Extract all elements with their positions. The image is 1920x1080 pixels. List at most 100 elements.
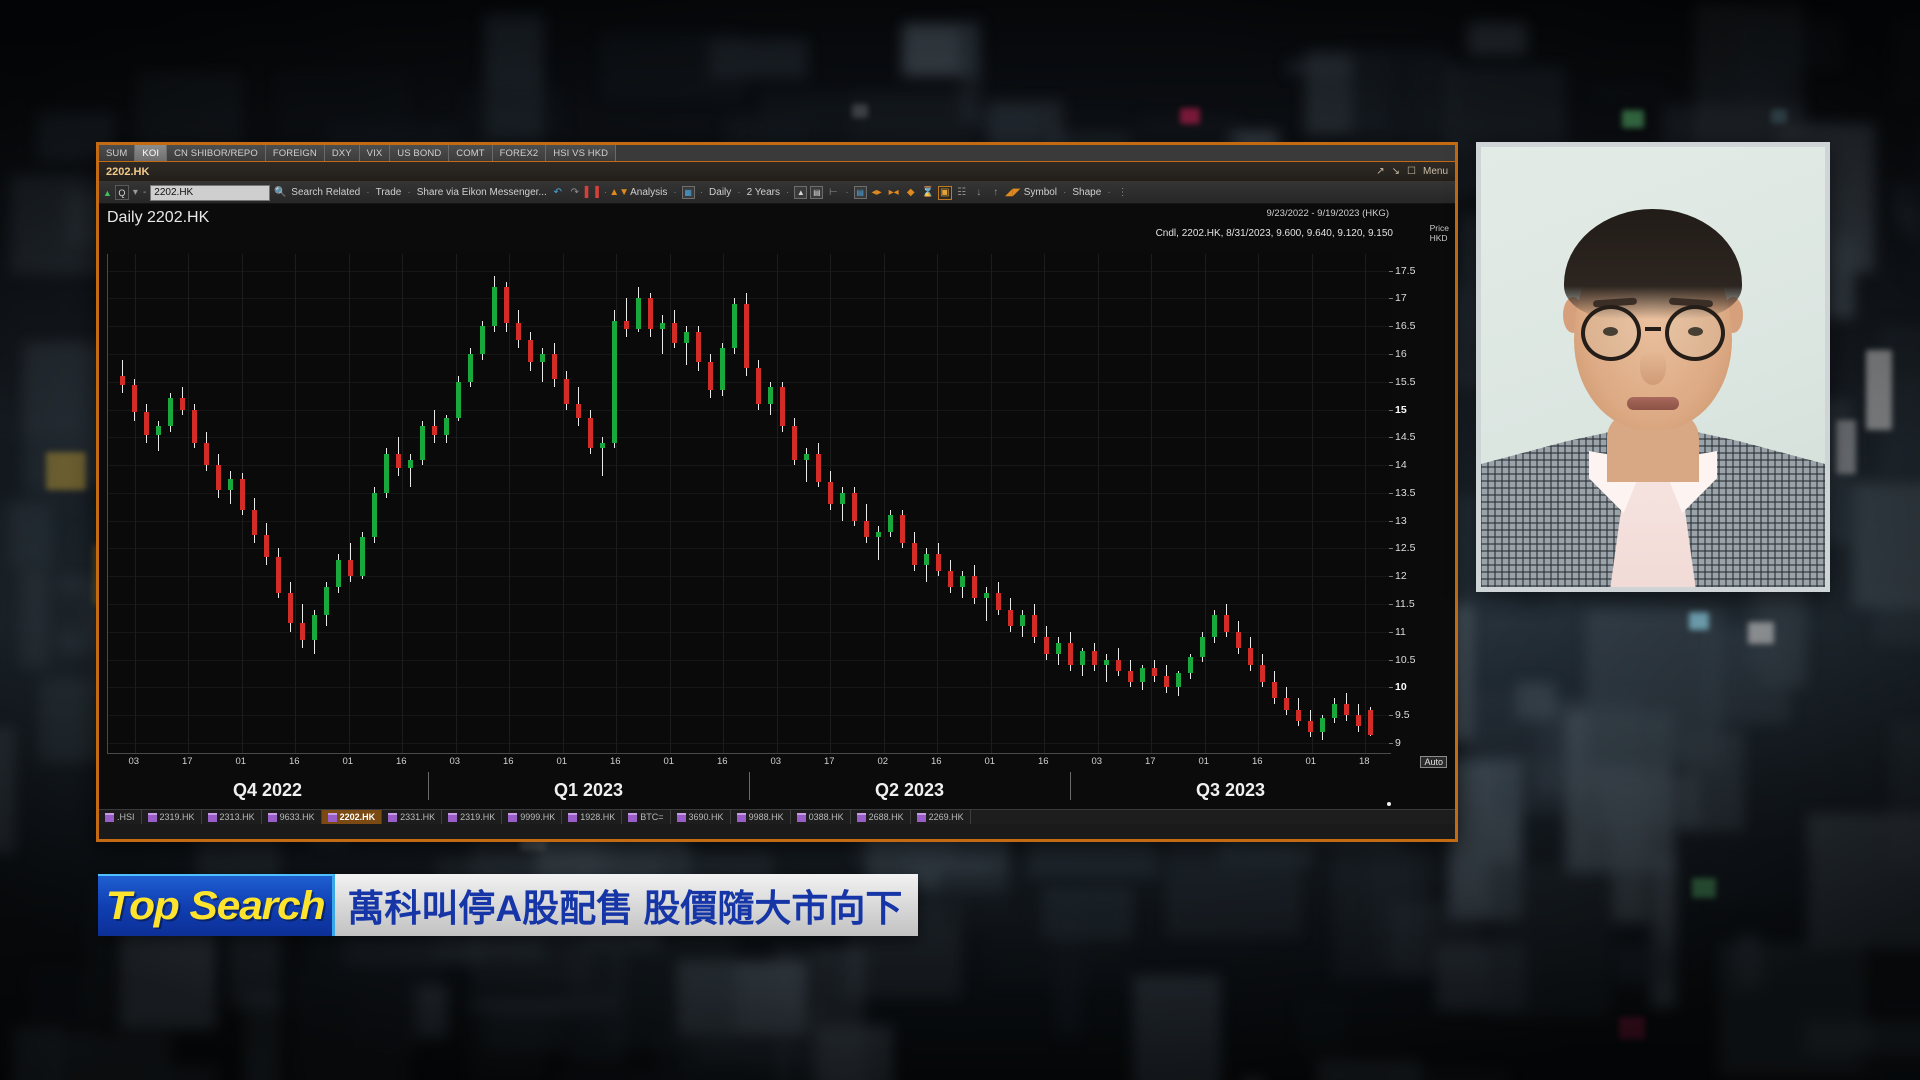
app-tab-foreign[interactable]: FOREIGN <box>265 145 325 161</box>
candle-body-down <box>1224 615 1229 632</box>
price-axis[interactable]: 17.5 17 16.5 16 15.5 15 14.5 14 13.5 13 12.5 12 11.5… <box>1389 254 1449 754</box>
app-tab-cn-shibor-repo[interactable]: CN SHIBOR/REPO <box>167 145 266 161</box>
candle-body-down <box>504 287 509 324</box>
ticker-chart-icon <box>327 812 337 822</box>
ticker-item-9988hk[interactable]: 9988.HK <box>731 810 791 824</box>
candle-body-down <box>516 323 521 341</box>
candle-body-up <box>360 537 365 577</box>
search-related-button[interactable]: Search Related <box>290 187 361 198</box>
layout-icon[interactable]: ▤ <box>853 186 867 199</box>
candle-body-down <box>792 426 797 460</box>
candle-body-down <box>780 387 785 427</box>
candle-body-down <box>288 592 293 624</box>
interval-dropdown[interactable]: Daily <box>708 187 732 198</box>
axis-scale-icon[interactable]: ⊢ <box>826 186 840 200</box>
drawing-tools-icon[interactable]: ◢◤ <box>1005 186 1020 200</box>
app-tab-koi[interactable]: KOI <box>135 145 168 161</box>
candle-wick <box>626 298 627 338</box>
candle-body-up <box>312 615 317 641</box>
price-tick-mark <box>1389 437 1393 439</box>
ticker-item-2202hk[interactable]: 2202.HK <box>321 810 383 824</box>
candle-body-up <box>924 554 929 566</box>
time-tick-label: 16 <box>1251 756 1263 767</box>
arrow-down-icon[interactable]: ↓ <box>972 186 986 200</box>
app-tab-strip[interactable]: SUM KOI CN SHIBOR/REPO FOREIGN DXY VIX US BOND… <box>99 145 1455 162</box>
grid-icon[interactable]: ☷ <box>955 186 969 200</box>
auto-scale-button[interactable]: Auto <box>1420 756 1447 768</box>
time-axis[interactable]: 03 17 01 16 01 16 03 16 01 16 01 16 03 17 02 16 01 16 03 17… <box>107 756 1391 772</box>
maximize-icon[interactable]: ☐ <box>1407 166 1416 177</box>
expand-horizontal-icon[interactable]: ◂▸ <box>870 186 884 200</box>
app-tab-forex2[interactable]: FOREX2 <box>492 145 547 161</box>
chart-style-icon[interactable]: ▤ <box>810 186 824 199</box>
chart-date-range: 9/23/2022 - 9/19/2023 (HKG) <box>1266 208 1389 219</box>
symbol-ticker-bar[interactable]: .HSI 2319.HK 2313.HK 9633.HK 2202.HK 2331.HK 2… <box>99 809 1455 824</box>
app-tab-vix[interactable]: VIX <box>359 145 391 161</box>
collapse-icon[interactable]: ▸◂ <box>887 186 901 200</box>
ticker-item-2688hk[interactable]: 2688.HK <box>851 810 911 824</box>
app-tab-hsi-vs-hkd[interactable]: HSI VS HKD <box>546 145 617 161</box>
candle-body-down <box>432 426 437 435</box>
overflow-icon[interactable]: ⋮ <box>1116 186 1130 200</box>
candle-body-up <box>228 479 233 491</box>
chart-type-icon[interactable]: ▲ <box>794 186 808 199</box>
app-tab-comt[interactable]: COMT <box>449 145 493 161</box>
trade-button[interactable]: Trade <box>375 187 403 198</box>
ticker-item-2319hk[interactable]: 2319.HK <box>142 810 202 824</box>
minimize-icon[interactable]: ↘ <box>1392 166 1400 177</box>
analysis-button[interactable]: Analysis <box>629 187 668 198</box>
analysis-icon[interactable]: ▲▼ <box>609 186 629 200</box>
range-dropdown[interactable]: 2 Years <box>746 187 781 198</box>
ticker-item-0388hk[interactable]: 0388.HK <box>791 810 851 824</box>
chevron-down-icon[interactable]: ▾ <box>132 187 139 198</box>
ticker-item-hsi[interactable]: .HSI <box>99 810 142 824</box>
arrow-up-icon[interactable]: ↑ <box>989 186 1003 200</box>
ticker-symbol: 0388.HK <box>808 812 844 822</box>
sep-c: · <box>603 187 608 198</box>
ticker-item-9633hk[interactable]: 9633.HK <box>262 810 322 824</box>
price-tick-label: 13.5 <box>1389 487 1415 499</box>
shape-button[interactable]: Shape <box>1071 187 1102 198</box>
lower-third-tag: Top Search <box>98 874 336 936</box>
candle-body-down <box>936 554 941 571</box>
lower-third-headline: 萬科叫停A股配售 股價隨大市向下 <box>335 874 919 936</box>
candle-body-up <box>468 354 473 382</box>
candle-wick <box>1106 654 1107 682</box>
ticker-item-9999hk[interactable]: 9999.HK <box>502 810 563 824</box>
sep-a: · <box>366 187 370 198</box>
ticker-item-2331hk[interactable]: 2331.HK <box>382 810 443 824</box>
ticker-item-3690hk[interactable]: 3690.HK <box>671 810 731 824</box>
ticker-item-btc[interactable]: BTC= <box>622 810 671 824</box>
ticker-chart-icon <box>796 812 806 822</box>
app-tab-sum[interactable]: SUM <box>99 145 136 161</box>
time-tick-label: 17 <box>1144 756 1156 767</box>
candle-body-up <box>660 323 665 329</box>
search-icon[interactable]: 🔍 <box>273 186 287 200</box>
presenter-glasses-right <box>1665 305 1725 361</box>
hourglass-icon[interactable]: ⌛ <box>921 186 935 200</box>
candle-body-up <box>984 592 989 599</box>
candlestick-icon[interactable]: ▌▐ <box>585 186 599 200</box>
candlestick-plot[interactable] <box>107 254 1391 754</box>
price-axis-label-line2: HKD <box>1429 232 1448 243</box>
ticker-item-2319hk[interactable]: 2319.HK <box>442 810 503 824</box>
calendar-icon[interactable]: ▦ <box>681 186 695 199</box>
symbol-button[interactable]: Symbol <box>1023 187 1058 198</box>
candle-body-down <box>240 479 245 510</box>
ticker-item-1928hk[interactable]: 1928.HK <box>562 810 623 824</box>
restore-icon[interactable]: ↗ <box>1376 166 1384 177</box>
ticker-item-2269hk[interactable]: 2269.HK <box>911 810 971 824</box>
app-tab-us-bond[interactable]: US BOND <box>390 145 450 161</box>
undo-icon[interactable]: ↶ <box>551 186 565 200</box>
ric-input[interactable]: 2202.HK <box>150 184 271 201</box>
snapshot-icon[interactable]: ▣ <box>937 185 952 200</box>
quote-button[interactable]: Q <box>114 185 129 200</box>
candle-body-down <box>744 304 749 368</box>
vertical-adjust-icon[interactable]: ◆ <box>904 186 918 200</box>
menu-button[interactable]: Menu <box>1423 166 1448 177</box>
app-tab-dxy[interactable]: DXY <box>324 145 360 161</box>
share-messenger-button[interactable]: Share via Eikon Messenger... <box>416 187 548 198</box>
redo-icon[interactable]: ↷ <box>568 186 582 200</box>
ticker-item-2313hk[interactable]: 2313.HK <box>202 810 262 824</box>
candle-body-down <box>264 534 269 557</box>
